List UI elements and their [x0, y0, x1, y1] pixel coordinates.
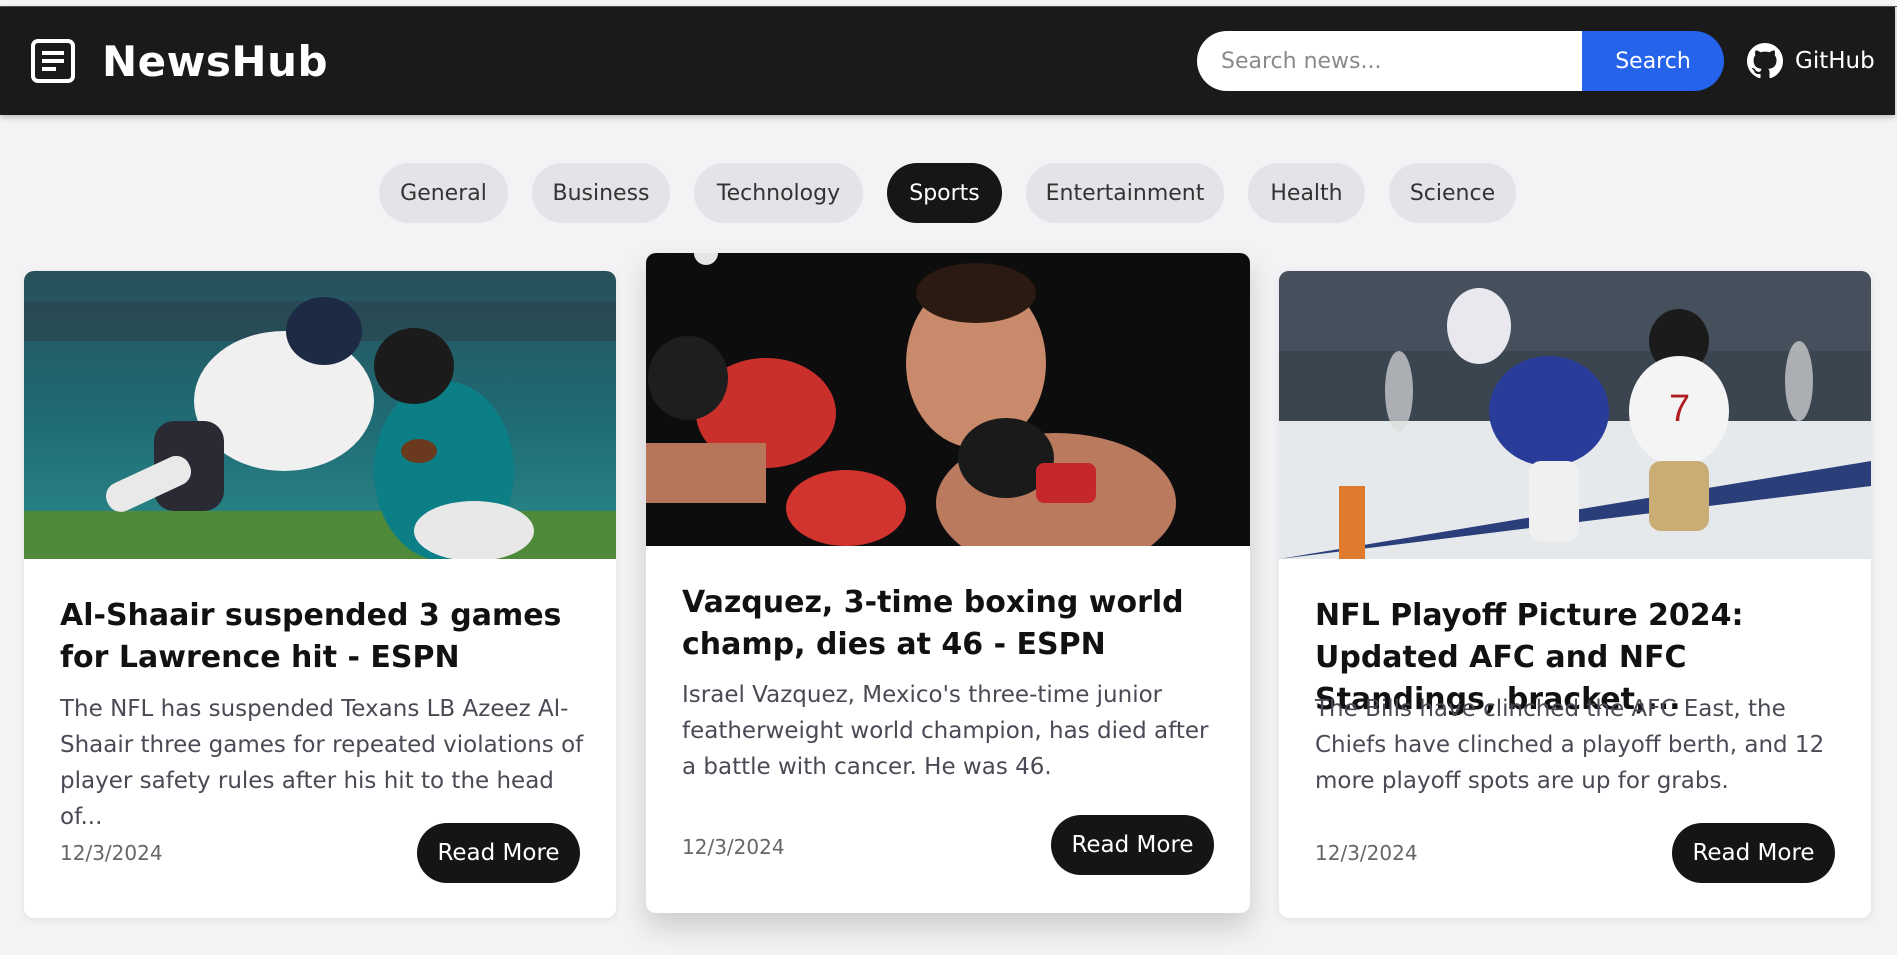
read-more-button[interactable]: Read More [417, 823, 580, 883]
article-description: The Bills have clinched the AFC East, th… [1315, 696, 1825, 794]
article-card: 7 NFL Playoff Picture 2024: Updated AFC … [1279, 271, 1871, 918]
article-date: 12/3/2024 [682, 835, 785, 859]
category-entertainment[interactable]: Entertainment [1026, 163, 1224, 223]
article-date: 12/3/2024 [60, 841, 163, 865]
search-button[interactable]: Search [1582, 31, 1724, 91]
article-image[interactable] [646, 253, 1250, 546]
article-image[interactable]: 7 [1279, 271, 1871, 559]
category-technology[interactable]: Technology [694, 163, 863, 223]
category-general[interactable]: General [379, 163, 508, 223]
github-icon [1747, 43, 1783, 79]
article-date: 12/3/2024 [1315, 841, 1418, 865]
brand[interactable]: NewsHub [30, 37, 328, 86]
category-business[interactable]: Business [532, 163, 670, 223]
github-label: GitHub [1795, 48, 1875, 74]
article-description: Israel Vazquez, Mexico's three-time juni… [682, 682, 1209, 780]
search-input[interactable] [1197, 31, 1582, 91]
category-sports[interactable]: Sports [887, 163, 1002, 223]
article-title[interactable]: Al-Shaair suspended 3 games for Lawrence… [60, 595, 586, 679]
article-card: Vazquez, 3-time boxing world champ, dies… [646, 253, 1250, 913]
category-science[interactable]: Science [1389, 163, 1516, 223]
article-description: The NFL has suspended Texans LB Azeez Al… [60, 696, 584, 830]
article-title[interactable]: Vazquez, 3-time boxing world champ, dies… [682, 582, 1220, 666]
window-top-edge [0, 0, 1897, 7]
top-navbar: NewsHub Search GitHub [0, 7, 1895, 115]
newspaper-icon [30, 38, 76, 84]
category-filter: General Business Technology Sports Enter… [0, 163, 1897, 223]
github-link[interactable]: GitHub [1747, 43, 1875, 79]
svg-text:7: 7 [1669, 388, 1690, 430]
read-more-button[interactable]: Read More [1051, 815, 1214, 875]
article-card: Al-Shaair suspended 3 games for Lawrence… [24, 271, 616, 918]
category-health[interactable]: Health [1248, 163, 1365, 223]
search-bar: Search [1197, 31, 1724, 91]
app-title: NewsHub [102, 36, 329, 86]
article-image[interactable] [24, 271, 616, 559]
read-more-button[interactable]: Read More [1672, 823, 1835, 883]
